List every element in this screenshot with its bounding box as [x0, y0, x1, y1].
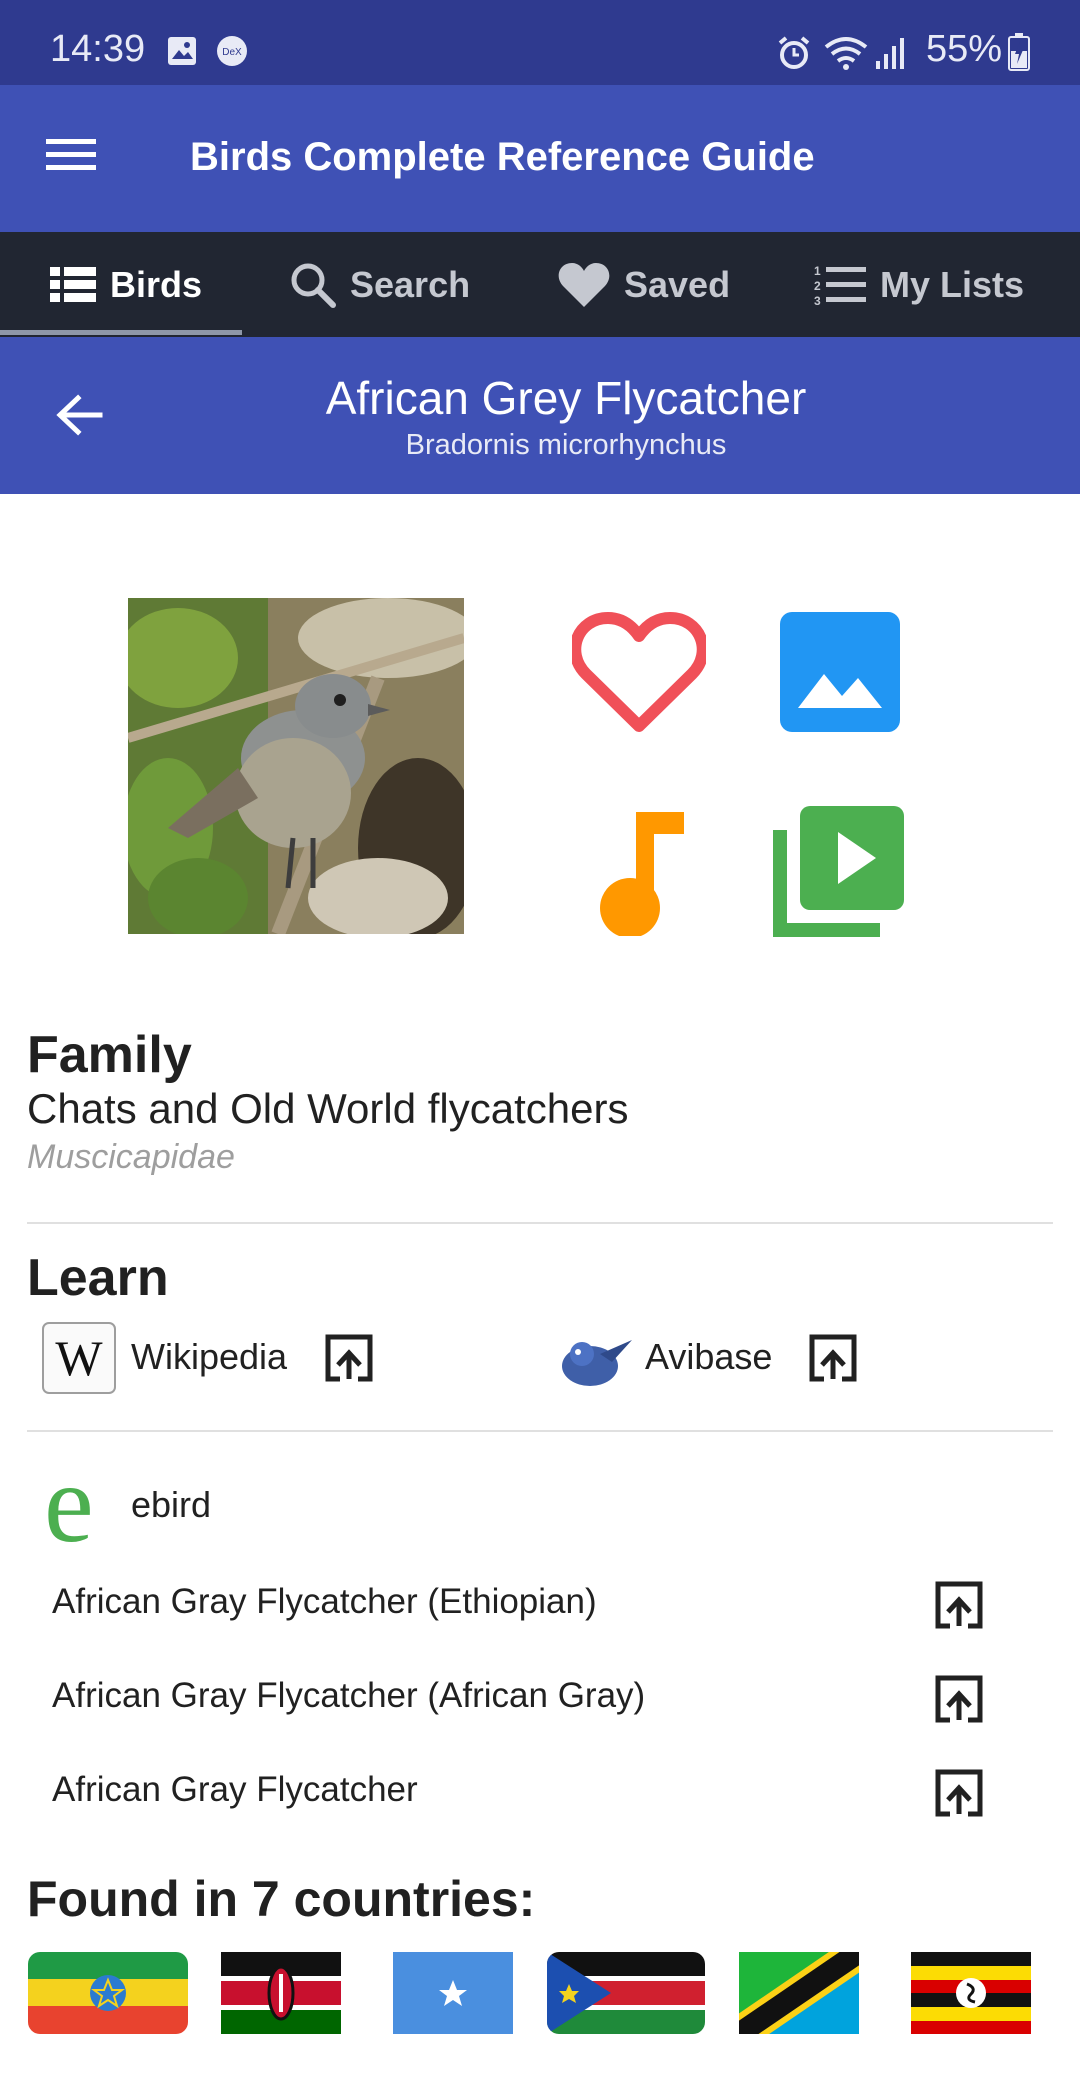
bird-photo[interactable]	[128, 598, 464, 934]
divider	[27, 1430, 1053, 1432]
tanzania-flag[interactable]	[739, 1952, 859, 2034]
ebird-list-item[interactable]: African Gray Flycatcher (African Gray)	[0, 1652, 1080, 1746]
family-common-name: Chats and Old World flycatchers	[27, 1085, 629, 1132]
battery-charging-icon	[1008, 33, 1030, 76]
svg-text:DeX: DeX	[222, 47, 242, 58]
bird-common-name: African Grey Flycatcher	[325, 372, 807, 424]
ethiopia-flag[interactable]	[28, 1952, 188, 2034]
ebird-logo-icon: e	[44, 1442, 94, 1566]
tab-saved[interactable]: Saved	[558, 232, 730, 337]
tab-search-label: Search	[350, 263, 471, 305]
south-sudan-flag[interactable]	[547, 1952, 705, 2034]
status-bar: 14:39 DeX 55%	[0, 0, 1080, 85]
gallery-icon[interactable]	[780, 612, 900, 737]
ebird-list-item[interactable]: African Gray Flycatcher (Ethiopian)	[0, 1558, 1080, 1652]
open-external-icon[interactable]	[934, 1768, 984, 1818]
app-bar: Birds Complete Reference Guide	[0, 85, 1080, 232]
gallery-notification-icon	[166, 35, 198, 72]
wikipedia-logo-icon[interactable]: W	[42, 1322, 116, 1399]
kenya-flag[interactable]	[221, 1952, 341, 2034]
avibase-link[interactable]: Avibase	[645, 1336, 772, 1378]
somalia-flag[interactable]	[393, 1952, 513, 2034]
bird-scientific-name: Bradornis microrhynchus	[405, 429, 727, 461]
ebird-item-label: African Gray Flycatcher (African Gray)	[52, 1676, 646, 1715]
favorite-heart-icon[interactable]	[569, 612, 709, 739]
tab-my-lists[interactable]: 123 My Lists	[814, 232, 1024, 337]
countries-heading: Found in 7 countries:	[27, 1871, 536, 1927]
divider	[27, 1222, 1053, 1224]
tab-my-lists-label: My Lists	[880, 263, 1025, 305]
family-scientific-name: Muscicapidae	[27, 1138, 235, 1176]
alarm-icon	[776, 35, 812, 76]
family-heading: Family	[27, 1026, 192, 1084]
open-external-icon[interactable]	[808, 1333, 858, 1383]
video-library-icon[interactable]	[772, 804, 906, 943]
heart-icon	[558, 262, 610, 308]
tab-birds-label: Birds	[110, 263, 203, 305]
hamburger-menu-icon[interactable]	[46, 135, 102, 181]
list-icon	[50, 265, 96, 305]
dex-notification-icon: DeX	[216, 35, 248, 72]
tab-saved-label: Saved	[624, 263, 731, 305]
wikipedia-link[interactable]: Wikipedia	[131, 1336, 287, 1378]
tab-search[interactable]: Search	[290, 232, 470, 337]
signal-icon	[874, 35, 908, 76]
numbered-list-icon: 123	[814, 263, 866, 307]
open-external-icon[interactable]	[324, 1333, 374, 1383]
svg-text:2: 2	[814, 279, 821, 293]
ebird-item-label: African Gray Flycatcher	[52, 1770, 418, 1809]
svg-text:1: 1	[814, 264, 821, 278]
uganda-flag[interactable]	[911, 1952, 1031, 2034]
open-external-icon[interactable]	[934, 1674, 984, 1724]
search-icon	[290, 262, 336, 308]
learn-heading: Learn	[27, 1249, 169, 1307]
ebird-item-label: African Gray Flycatcher (Ethiopian)	[52, 1582, 597, 1621]
active-tab-indicator	[0, 330, 242, 335]
avibase-logo-icon[interactable]	[556, 1332, 632, 1393]
svg-text:3: 3	[814, 294, 821, 307]
wifi-icon	[824, 35, 868, 76]
tab-birds[interactable]: Birds	[50, 232, 202, 337]
battery-level: 55%	[926, 28, 1003, 70]
svg-text:W: W	[55, 1330, 103, 1386]
tab-bar: Birds Search Saved 123 My Lists	[0, 232, 1080, 337]
app-title: Birds Complete Reference Guide	[190, 135, 815, 179]
status-time: 14:39	[50, 28, 146, 70]
ebird-label: ebird	[131, 1484, 212, 1525]
ebird-list-item[interactable]: African Gray Flycatcher	[0, 1746, 1080, 1840]
detail-header: African Grey Flycatcher Bradornis micror…	[0, 337, 1080, 494]
open-external-icon[interactable]	[934, 1580, 984, 1630]
sound-note-icon[interactable]	[596, 810, 686, 941]
